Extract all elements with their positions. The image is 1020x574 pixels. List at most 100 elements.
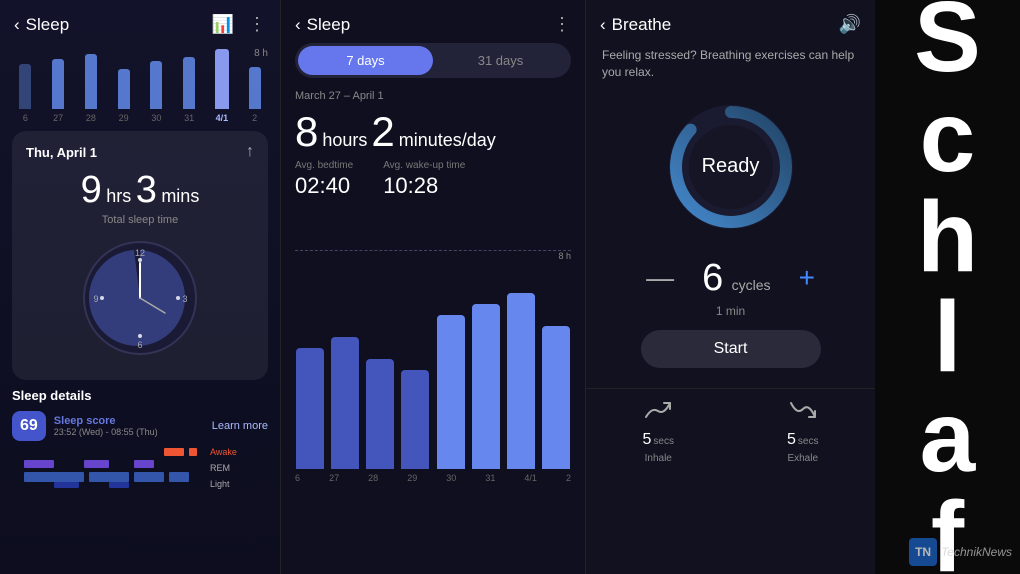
panel2-label-4-1: 4/1 — [524, 473, 537, 483]
panel2-label-31: 31 — [485, 473, 495, 483]
panel2-bar-chart-area: 8 h — [281, 209, 585, 469]
panel1-bar-col: 30 — [141, 61, 172, 123]
panel1-score-row: 69 Sleep score 23:52 (Wed) - 08:55 (Thu)… — [12, 411, 268, 441]
panel1-score-label: Sleep score — [54, 415, 158, 427]
panel2-label-6: 6 — [295, 473, 300, 483]
panel2-back-button[interactable]: ‹ Sleep — [295, 15, 350, 35]
panel2-tabs: 7 days 31 days — [295, 43, 571, 78]
panel3-inhale-secs: 5 — [643, 431, 652, 449]
panel3-inhale-unit: secs — [653, 436, 674, 447]
panel1-bar — [215, 49, 229, 109]
panel3-bottom-stats: 5 secs Inhale 5 secs Exhale — [586, 388, 875, 474]
panel1-bar — [19, 64, 31, 109]
panel1-date: Thu, April 1 — [26, 145, 97, 160]
panel2-bottom-labels: 6 27 28 29 30 31 4/1 2 — [281, 469, 585, 483]
panel1-back-icon: ‹ — [14, 15, 20, 35]
panel1-hrs-num: 9 — [81, 169, 102, 211]
panel1-hrs-label: hrs — [106, 186, 131, 206]
panel2-wakeup-label: Avg. wake-up time — [383, 160, 465, 171]
panel2-8h-label: 8 h — [558, 251, 571, 261]
panel1-more-icon[interactable]: ⋮ — [248, 14, 266, 35]
panel1-total-label: Total sleep time — [26, 214, 254, 226]
overlay-l: l — [934, 281, 962, 393]
overlay-h: h — [917, 181, 978, 293]
panel1-learn-more-link[interactable]: Learn more — [212, 420, 268, 432]
panel3-cycles-label: cycles — [732, 277, 771, 293]
panel1-bar — [249, 67, 261, 109]
panel3-cycles: 6 cycles — [702, 257, 771, 300]
light-label: Light — [210, 479, 237, 489]
panel1-bar — [52, 59, 64, 109]
panel2-back-icon: ‹ — [295, 15, 301, 35]
panel1-score-left: 69 Sleep score 23:52 (Wed) - 08:55 (Thu) — [12, 411, 158, 441]
panel1-chart-icon[interactable]: 📊 — [212, 14, 234, 35]
panel1-bar-col: 31 — [174, 57, 205, 123]
panel2-header: ‹ Sleep ⋮ — [281, 0, 585, 43]
panel2-label-2: 2 — [566, 473, 571, 483]
breathe-panel: ‹ Breathe 🔊 Feeling stressed? Breathing … — [585, 0, 875, 574]
panel3-duration: 1 min — [586, 304, 875, 318]
panel1-bar-label: 28 — [86, 113, 96, 123]
panel1-bar-label: 27 — [53, 113, 63, 123]
sleep-panel-mid: ‹ Sleep ⋮ 7 days 31 days March 27 – Apri… — [280, 0, 585, 574]
panel2-hours-num: 8 — [295, 108, 318, 156]
panel1-bar — [150, 61, 162, 109]
panel3-start-button[interactable]: Start — [641, 330, 821, 368]
panel2-label-30: 30 — [446, 473, 456, 483]
technews-text: TechnikNews — [941, 545, 1012, 559]
svg-text:6: 6 — [137, 340, 142, 350]
panel1-sleep-clock: 12 3 6 9 — [80, 238, 200, 358]
overlay-c: c — [920, 81, 976, 193]
panel2-label-27: 27 — [329, 473, 339, 483]
panel3-plus-button[interactable]: + — [791, 264, 823, 292]
panel2-bedtime-value: 02:40 — [295, 173, 353, 199]
panel2-bar — [472, 304, 500, 469]
panel1-bar-col: 28 — [76, 54, 107, 123]
panel3-exhale-unit: secs — [798, 436, 819, 447]
overlay-a: a — [920, 381, 976, 493]
panel1-bar-col: 4/1 — [207, 49, 238, 123]
panel3-back-button[interactable]: ‹ Breathe — [600, 15, 671, 35]
panel2-bar — [331, 337, 359, 469]
panel1-bar-label: 4/1 — [216, 113, 229, 123]
panel1-score-info: Sleep score 23:52 (Wed) - 08:55 (Thu) — [54, 415, 158, 437]
panel2-bar-col — [436, 209, 465, 469]
panel1-bar-label: 2 — [252, 113, 257, 123]
panel3-title: Breathe — [612, 15, 672, 35]
panel2-bar-col — [330, 209, 359, 469]
panel2-wakeup-value: 10:28 — [383, 173, 465, 199]
panel2-sub-stats: Avg. bedtime 02:40 Avg. wake-up time 10:… — [295, 160, 571, 199]
panel1-header: ‹ Sleep 📊 ⋮ — [0, 0, 280, 43]
panel1-mins-num: 3 — [136, 169, 157, 211]
panel2-bar — [437, 315, 465, 469]
panel2-tab-7days[interactable]: 7 days — [298, 46, 433, 75]
panel1-bar-label: 31 — [184, 113, 194, 123]
panel1-bar-col: 6 — [10, 64, 41, 123]
panel1-sleep-details-title: Sleep details — [12, 388, 268, 403]
panel3-ring[interactable]: Ready — [661, 97, 801, 237]
panel1-bar — [85, 54, 97, 109]
panel2-bar — [366, 359, 394, 469]
overlay-text: S c h l a f — [914, 0, 981, 574]
panel1-back-button[interactable]: ‹ Sleep — [14, 15, 69, 35]
panel3-minus-button[interactable]: — — [638, 264, 682, 292]
panel3-sound-icon[interactable]: 🔊 — [839, 14, 861, 35]
panel2-wakeup-stat: Avg. wake-up time 10:28 — [383, 160, 465, 199]
panel1-share-icon[interactable]: ↑ — [246, 143, 254, 161]
panel1-score-badge: 69 — [12, 411, 46, 441]
panel3-inhale-label: Inhale — [645, 453, 672, 464]
panel1-sleep-stage-graph: Awake REM Light — [12, 447, 268, 512]
right-overlay: S c h l a f TN TechnikNews — [875, 0, 1020, 574]
panel2-more-icon[interactable]: ⋮ — [553, 14, 571, 35]
panel3-exhale-stat: 5 secs Exhale — [787, 399, 818, 464]
panel3-cycles-row: 6 cycles — [702, 257, 771, 300]
panel2-bar-col — [295, 209, 324, 469]
panel2-tab-31days[interactable]: 31 days — [433, 46, 568, 75]
panel3-ready-text: Ready — [702, 155, 760, 178]
svg-text:12: 12 — [135, 248, 145, 258]
svg-text:3: 3 — [182, 294, 187, 304]
awake-label: Awake — [210, 447, 237, 457]
panel2-hours-label: hours — [322, 130, 367, 151]
technews-watermark: TN TechnikNews — [909, 538, 1012, 566]
panel2-bar-col — [401, 209, 430, 469]
